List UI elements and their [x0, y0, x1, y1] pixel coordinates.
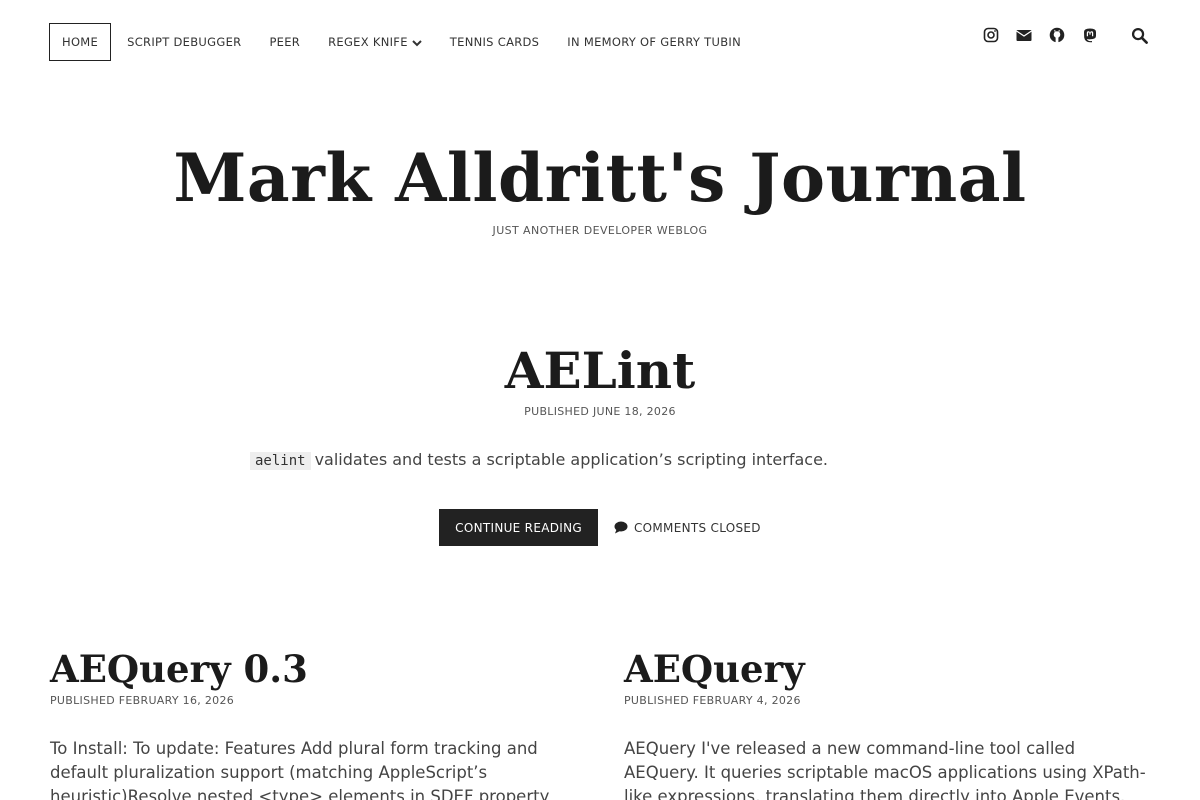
nav-item-label: TENNIS CARDS: [449, 35, 540, 49]
nav-item-script-debugger[interactable]: SCRIPT DEBUGGER: [113, 23, 255, 61]
site-tagline: JUST ANOTHER DEVELOPER WEBLOG: [492, 224, 708, 237]
mastodon-icon[interactable]: [1081, 27, 1098, 44]
post-title[interactable]: AEQuery: [624, 646, 1154, 692]
post-card: AEQuery 0.3 PUBLISHED FEBRUARY 16, 2026 …: [50, 646, 580, 800]
continue-reading-button[interactable]: CONTINUE READING: [439, 509, 598, 546]
featured-post-actions: CONTINUE READING COMMENTS CLOSED: [0, 509, 1200, 546]
envelope-icon[interactable]: [1015, 27, 1032, 44]
comments-label: COMMENTS CLOSED: [633, 520, 761, 535]
search-icon[interactable]: [1130, 26, 1148, 44]
featured-post-title[interactable]: AELint: [0, 340, 1200, 402]
nav-item-label: REGEX KNIFE: [328, 35, 408, 49]
site-title[interactable]: Mark Alldritt's Journal: [0, 138, 1200, 218]
post-date: PUBLISHED FEBRUARY 16, 2026: [50, 694, 235, 707]
nav-item-label: HOME: [62, 35, 99, 49]
github-icon[interactable]: [1048, 27, 1065, 44]
featured-post-date: PUBLISHED JUNE 18, 2026: [524, 405, 676, 418]
nav-item-tennis-cards[interactable]: TENNIS CARDS: [436, 23, 554, 61]
instagram-icon[interactable]: [982, 27, 999, 44]
nav-item-label: SCRIPT DEBUGGER: [127, 35, 242, 49]
comments-status: COMMENTS CLOSED: [614, 521, 761, 535]
comment-icon: [614, 521, 628, 534]
featured-post-excerpt: aelint validates and tests a scriptable a…: [250, 449, 950, 472]
inline-code: aelint: [250, 452, 311, 470]
nav-item-label: IN MEMORY OF GERRY TUBIN: [567, 35, 741, 49]
post-excerpt: To Install: To update: Features Add plur…: [50, 739, 550, 800]
post-date: PUBLISHED FEBRUARY 4, 2026: [624, 694, 801, 707]
nav-item-gerry-tubin[interactable]: IN MEMORY OF GERRY TUBIN: [553, 23, 755, 61]
post-excerpt: AEQuery I've released a new command-line…: [624, 739, 1146, 800]
main-navigation: HOME SCRIPT DEBUGGER PEER REGEX KNIFE TE…: [49, 23, 755, 61]
nav-item-label: PEER: [269, 35, 301, 49]
chevron-down-icon: [412, 37, 422, 47]
nav-item-home[interactable]: HOME: [49, 23, 112, 61]
social-links: [966, 26, 1148, 44]
nav-item-regex-knife[interactable]: REGEX KNIFE: [314, 23, 436, 61]
nav-item-peer[interactable]: PEER: [255, 23, 314, 61]
post-title[interactable]: AEQuery 0.3: [50, 646, 580, 692]
excerpt-text: validates and tests a scriptable applica…: [314, 450, 829, 469]
post-card: AEQuery PUBLISHED FEBRUARY 4, 2026 AEQue…: [624, 646, 1154, 800]
